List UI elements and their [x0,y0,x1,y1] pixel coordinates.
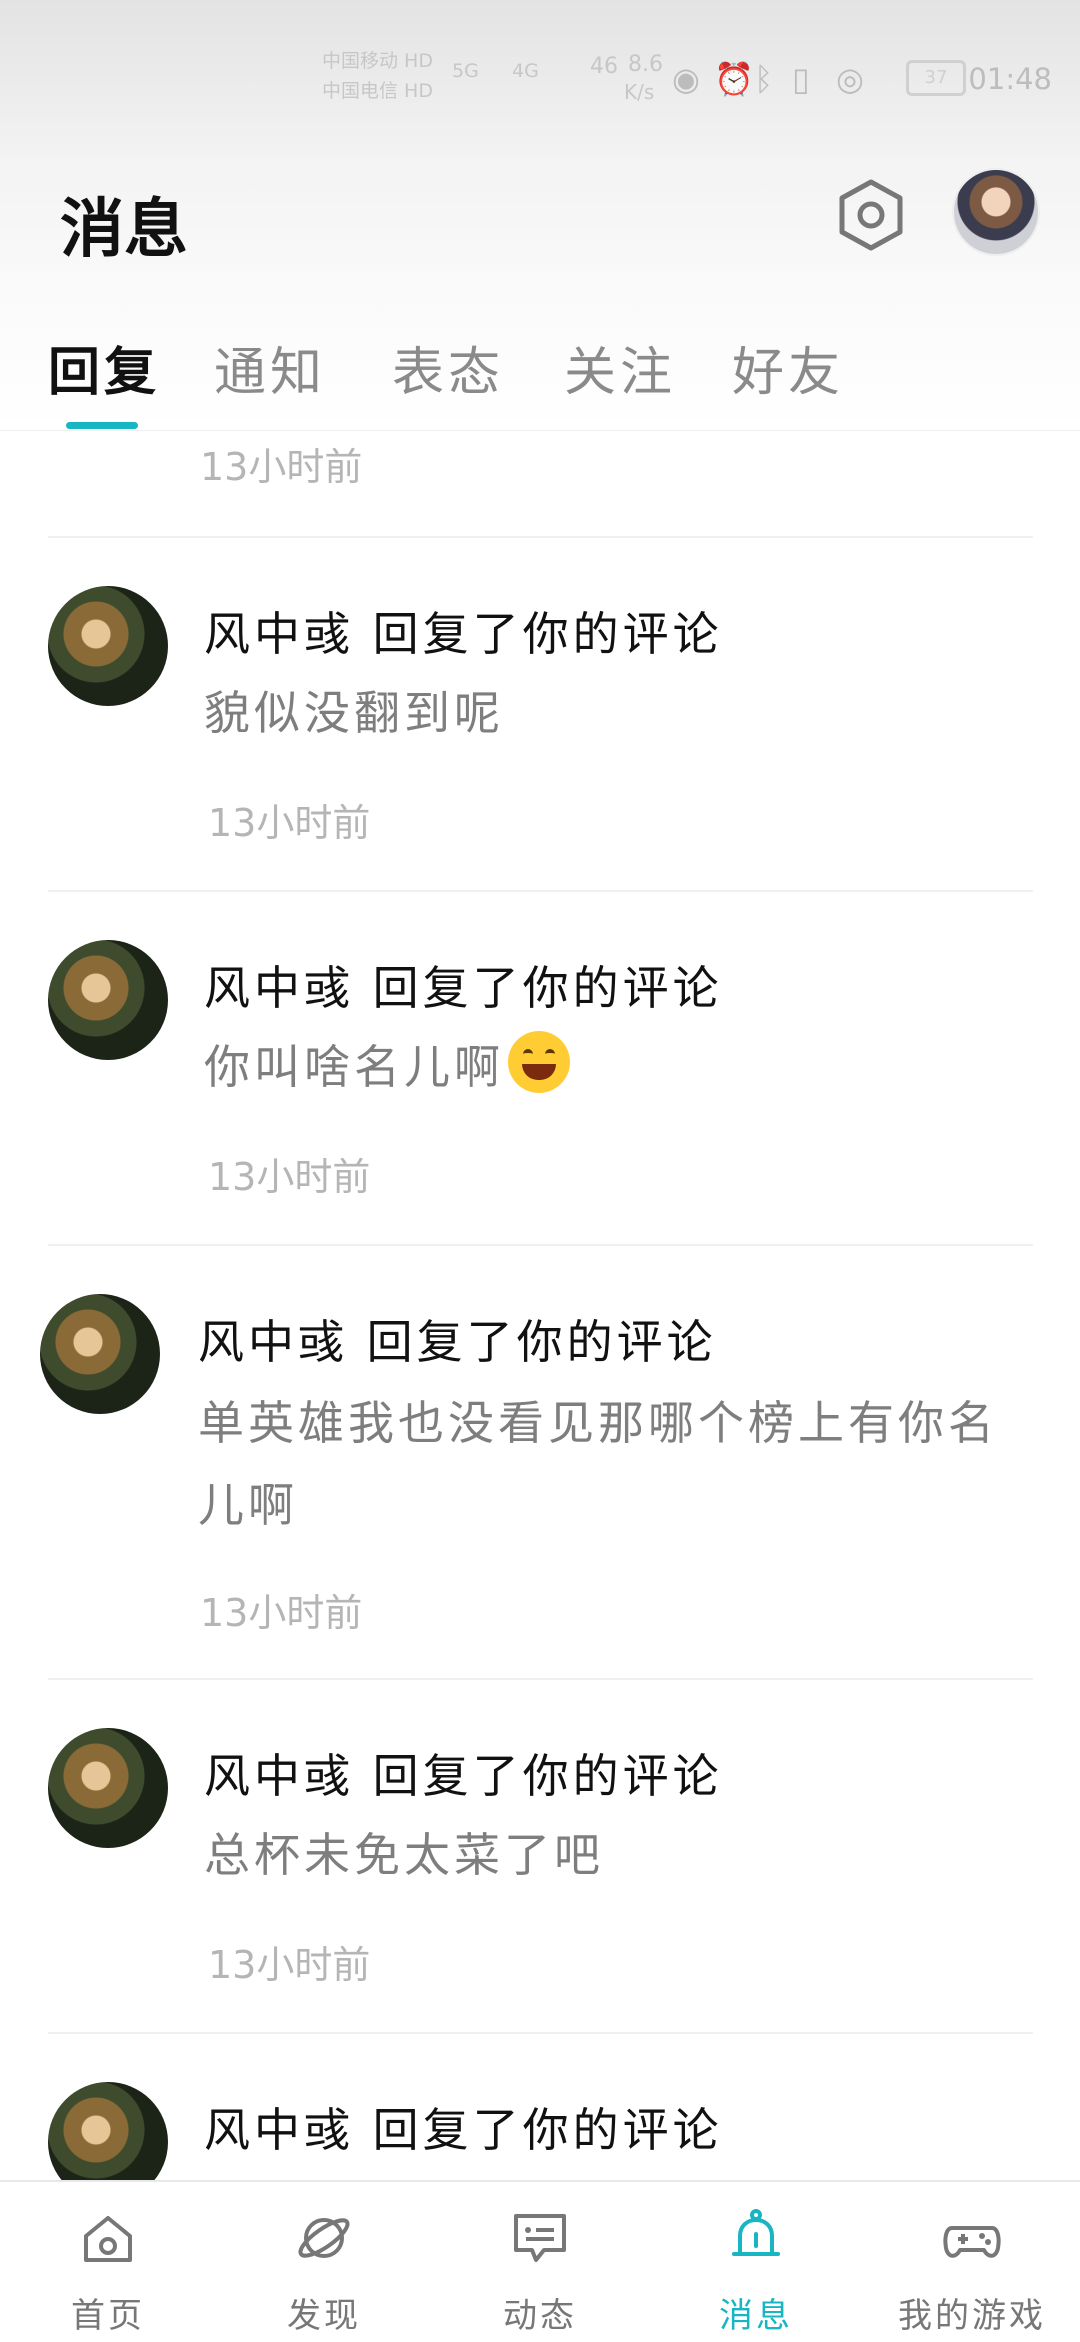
status-bar: 中国移动 HD 中国电信 HD 5G 4G 46 8.6 K/s ◉ ⏰ ᛒ ▯… [0,0,1080,140]
list-item[interactable]: 风中彧 回复了你的评论 单英雄我也没看见那哪个榜上有你名儿啊 13小时前 [40,1244,1033,1680]
nav-feed-label: 动态 [503,2296,577,2336]
nav-my-games-label: 我的游戏 [898,2296,1046,2336]
tab-notification[interactable]: 通知 [214,330,326,405]
list-item[interactable]: 13小时前 [48,430,1033,538]
settings-button[interactable] [832,176,910,254]
nav-messages[interactable]: 消息 [648,2182,864,2342]
nav-home[interactable]: 首页 [0,2182,216,2342]
grinning-emoji-icon [508,1031,570,1093]
list-item[interactable]: 风中彧 回复了你的评论 [48,2032,1033,2180]
avatar[interactable] [48,1728,168,1848]
message-title: 风中彧 回复了你的评论 [204,1749,723,1803]
message-body: 貌似没翻到呢 [204,686,504,740]
tab-follow[interactable]: 关注 [564,330,676,405]
network-2: 4G [512,60,539,82]
battery-indicator: 37 [906,60,966,96]
avatar[interactable] [48,940,168,1060]
wifi-icon: ◉ [672,60,700,98]
message-time: 13小时前 [208,1943,371,1987]
list-item[interactable]: 风中彧 回复了你的评论 貌似没翻到呢 13小时前 [48,536,1033,892]
message-title: 风中彧 回复了你的评论 [204,961,723,1015]
planet-icon [298,2218,350,2258]
carrier-1: 中国移动 HD [322,50,433,72]
nav-my-games[interactable]: 我的游戏 [864,2182,1080,2342]
message-time: 13小时前 [200,445,363,489]
home-icon [84,2216,132,2262]
speed-prefix: 46 [590,54,618,79]
gamepad-icon [943,2226,1001,2258]
message-body: 你叫啥名儿啊 [204,1040,504,1094]
list-item[interactable]: 风中彧 回复了你的评论 你叫啥名儿啊 13小时前 [48,890,1033,1246]
message-title: 风中彧 回复了你的评论 [204,607,723,661]
nav-home-label: 首页 [71,2296,145,2336]
vibrate-icon: ▯ [792,60,810,98]
message-body: 单英雄我也没看见那哪个榜上有你名儿啊 [198,1396,998,1532]
tab-reaction[interactable]: 表态 [392,330,504,405]
bottom-navigation: 首页 发现 动态 消息 我的游戏 [0,2180,1080,2342]
nav-discover[interactable]: 发现 [216,2182,432,2342]
speed-unit: K/s [624,80,655,104]
message-time: 13小时前 [208,801,371,845]
speed-value: 8.6 [628,52,663,77]
message-title: 风中彧 回复了你的评论 [204,2103,723,2157]
alarm-icon: ⏰ [714,60,754,98]
nav-messages-label: 消息 [719,2296,793,2336]
network-1: 5G [452,60,479,82]
reply-list: 13小时前 风中彧 回复了你的评论 貌似没翻到呢 13小时前 风中彧 回复了你的… [0,430,1080,2180]
message-body-line: 你叫啥名儿啊 [204,1026,1034,1108]
tab-reply[interactable]: 回复 [48,330,160,405]
bluetooth-icon: ᛒ [754,60,774,98]
carrier-2: 中国电信 HD [322,80,433,102]
avatar[interactable] [48,586,168,706]
message-time: 13小时前 [200,1591,363,1635]
avatar[interactable] [40,1294,160,1414]
nav-discover-label: 发现 [287,2296,361,2336]
status-time: 01:48 [968,62,1052,96]
message-title: 风中彧 回复了你的评论 [198,1315,717,1369]
nav-feed[interactable]: 动态 [432,2182,648,2342]
profile-avatar[interactable] [952,168,1040,256]
message-body: 总杯未免太菜了吧 [204,1828,604,1882]
tab-indicator [66,422,138,429]
settings-icon [839,179,903,251]
header: 消息 [0,140,1080,290]
chat-icon [514,2214,566,2262]
tab-friends[interactable]: 好友 [732,330,844,405]
nfc-icon: ◎ [836,60,864,98]
list-item[interactable]: 风中彧 回复了你的评论 总杯未免太菜了吧 13小时前 [48,1678,1033,2034]
page-title: 消息 [60,192,188,267]
avatar[interactable] [48,2082,168,2180]
bell-icon [732,2209,780,2256]
message-tabs: 回复 通知 表态 关注 好友 [0,300,1080,431]
message-time: 13小时前 [208,1155,371,1199]
